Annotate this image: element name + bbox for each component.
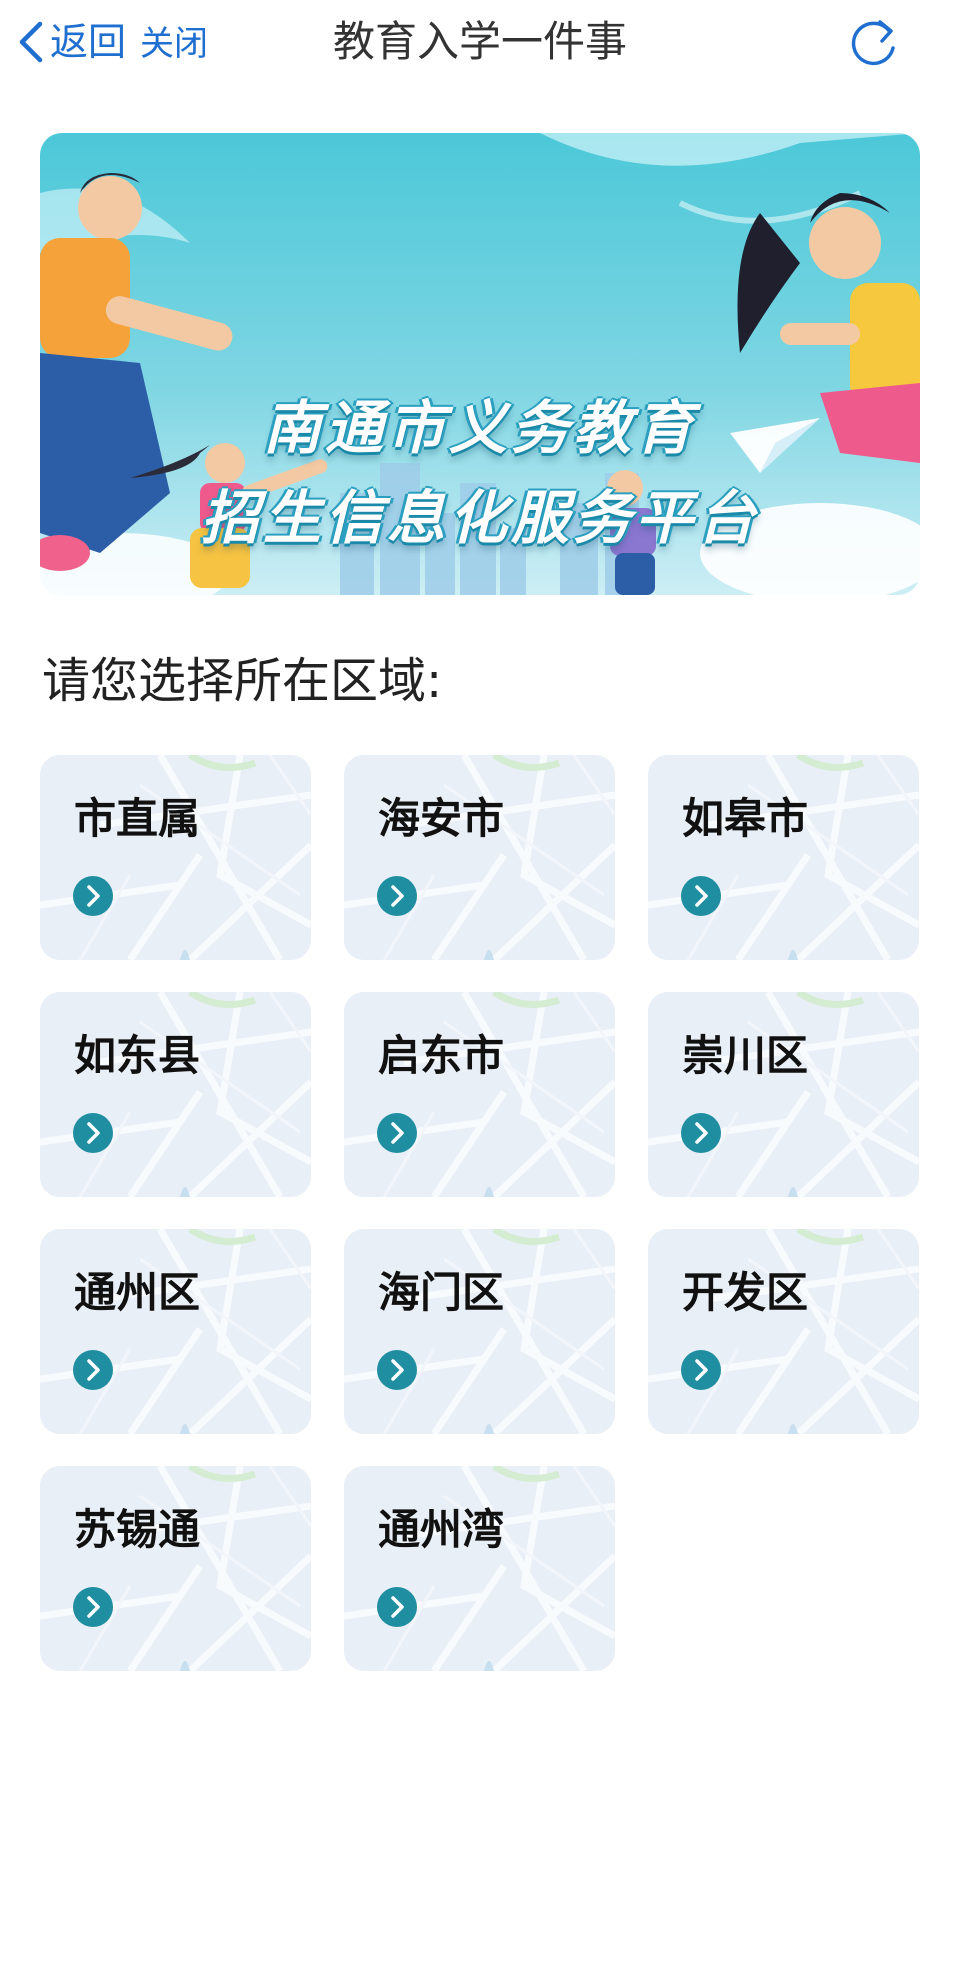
page-title: 教育入学一件事: [332, 17, 627, 66]
chevron-right-circle-icon: [377, 1113, 417, 1153]
region-card[interactable]: 通州湾: [344, 1466, 615, 1671]
chevron-right-circle-icon: [73, 1350, 113, 1390]
chevron-right-circle-icon: [681, 1113, 721, 1153]
map-background-icon: [648, 1229, 919, 1434]
region-card[interactable]: 启东市: [344, 992, 615, 1197]
map-background-icon: [40, 992, 311, 1197]
map-background-icon: [344, 992, 615, 1197]
chevron-right-circle-icon: [73, 1587, 113, 1627]
navigation-bar: 返回 关闭 教育入学一件事: [0, 0, 960, 90]
region-card[interactable]: 通州区: [40, 1229, 311, 1434]
map-background-icon: [344, 1466, 615, 1671]
region-card[interactable]: 崇川区: [648, 992, 919, 1197]
chevron-right-circle-icon: [377, 1350, 417, 1390]
map-background-icon: [344, 1229, 615, 1434]
region-name: 崇川区: [682, 1031, 809, 1080]
map-background-icon: [40, 1466, 311, 1671]
region-name: 启东市: [378, 1031, 505, 1080]
region-name: 海安市: [378, 794, 505, 843]
region-card[interactable]: 海门区: [344, 1229, 615, 1434]
refresh-icon[interactable]: [846, 14, 902, 70]
map-background-icon: [648, 755, 919, 960]
region-card[interactable]: 开发区: [648, 1229, 919, 1434]
region-card[interactable]: 苏锡通: [40, 1466, 311, 1671]
chevron-right-circle-icon: [377, 876, 417, 916]
chevron-right-circle-icon: [73, 1113, 113, 1153]
region-card[interactable]: 海安市: [344, 755, 615, 960]
region-name: 如皋市: [682, 794, 809, 843]
chevron-right-circle-icon: [681, 1350, 721, 1390]
region-name: 苏锡通: [74, 1505, 201, 1554]
region-prompt: 请您选择所在区域:: [42, 653, 443, 709]
region-name: 海门区: [378, 1268, 505, 1317]
map-background-icon: [40, 1229, 311, 1434]
promo-banner: 南通市义务教育 招生信息化服务平台: [40, 133, 920, 595]
map-background-icon: [648, 992, 919, 1197]
chevron-right-circle-icon: [681, 876, 721, 916]
region-name: 开发区: [682, 1268, 809, 1317]
region-card[interactable]: 如皋市: [648, 755, 919, 960]
region-name: 通州湾: [378, 1505, 505, 1554]
region-name: 通州区: [74, 1268, 201, 1317]
region-name: 市直属: [74, 794, 201, 843]
region-name: 如东县: [74, 1031, 201, 1080]
chevron-right-circle-icon: [73, 876, 113, 916]
region-card[interactable]: 市直属: [40, 755, 311, 960]
banner-title-line1: 南通市义务教育: [262, 394, 697, 462]
map-background-icon: [344, 755, 615, 960]
region-card[interactable]: 如东县: [40, 992, 311, 1197]
banner-title-line2: 招生信息化服务平台: [200, 484, 759, 552]
map-background-icon: [40, 755, 311, 960]
chevron-right-circle-icon: [377, 1587, 417, 1627]
